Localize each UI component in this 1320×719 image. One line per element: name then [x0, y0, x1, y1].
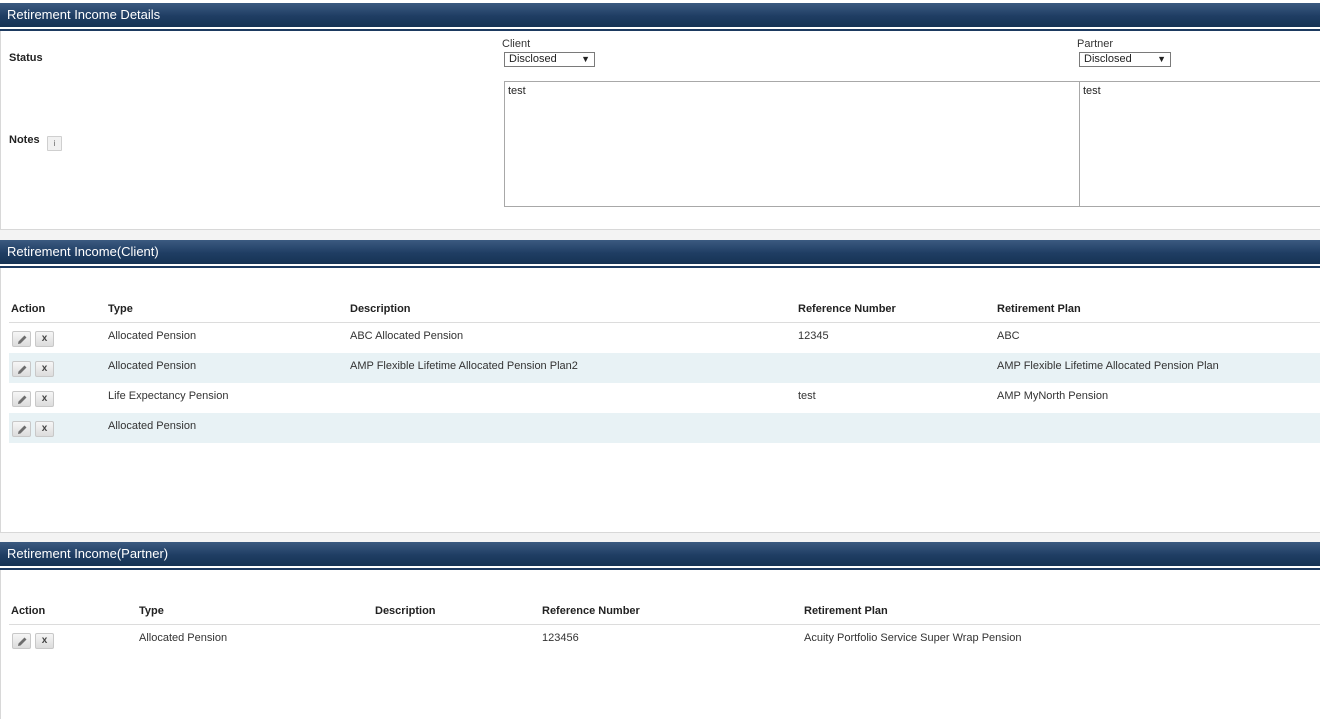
- details-panel: Status Client Partner Disclosed ▼ Disclo…: [0, 31, 1320, 230]
- partner-notes-textarea[interactable]: test: [1079, 81, 1320, 207]
- client-status-value: Disclosed: [509, 53, 557, 65]
- edit-button[interactable]: [12, 633, 31, 649]
- delete-button[interactable]: x: [35, 633, 54, 649]
- col-header-type: Type: [139, 605, 164, 617]
- cell-plan: AMP Flexible Lifetime Allocated Pension …: [997, 360, 1219, 372]
- chevron-down-icon: ▼: [1157, 54, 1166, 64]
- col-header-action: Action: [11, 303, 46, 315]
- delete-button[interactable]: x: [35, 331, 54, 347]
- client-status-select[interactable]: Disclosed ▼: [504, 52, 595, 67]
- cell-reference: test: [798, 390, 816, 402]
- cell-plan: Acuity Portfolio Service Super Wrap Pens…: [804, 632, 1022, 644]
- partner-income-panel: Action Type Description Reference Number…: [0, 570, 1320, 719]
- delete-button[interactable]: x: [35, 391, 54, 407]
- col-header-reference: Reference Number: [542, 605, 640, 617]
- pencil-icon: [17, 395, 26, 404]
- details-section-title: Retirement Income Details: [7, 7, 161, 22]
- edit-button[interactable]: [12, 361, 31, 377]
- col-header-plan: Retirement Plan: [804, 605, 888, 617]
- cell-description: AMP Flexible Lifetime Allocated Pension …: [350, 360, 578, 372]
- status-label: Status: [9, 52, 43, 64]
- delete-button[interactable]: x: [35, 361, 54, 377]
- cell-type: Life Expectancy Pension: [108, 390, 229, 402]
- partner-status-value: Disclosed: [1084, 53, 1132, 65]
- pencil-icon: [17, 425, 26, 434]
- client-section-header: Retirement Income(Client): [0, 240, 1320, 268]
- col-header-description: Description: [350, 303, 411, 315]
- client-section-title: Retirement Income(Client): [7, 244, 159, 259]
- edit-button[interactable]: [12, 331, 31, 347]
- partner-section-title: Retirement Income(Partner): [7, 546, 169, 561]
- partner-status-select[interactable]: Disclosed ▼: [1079, 52, 1171, 67]
- delete-button[interactable]: x: [35, 421, 54, 437]
- table-row: x Allocated Pension: [9, 413, 1320, 443]
- pencil-icon: [17, 335, 26, 344]
- table-row: x Life Expectancy Pension test AMP MyNor…: [9, 383, 1320, 413]
- edit-button[interactable]: [12, 421, 31, 437]
- cell-type: Allocated Pension: [108, 420, 197, 432]
- partner-column-label: Partner: [1077, 38, 1114, 50]
- table-row: x Allocated Pension AMP Flexible Lifetim…: [9, 353, 1320, 383]
- cell-plan: AMP MyNorth Pension: [997, 390, 1109, 402]
- table-row: x Allocated Pension 123456 Acuity Portfo…: [9, 625, 1320, 655]
- cell-plan: ABC: [997, 330, 1020, 342]
- col-header-description: Description: [375, 605, 436, 617]
- client-column-label: Client: [502, 38, 531, 50]
- section-gap: [0, 230, 1320, 240]
- pencil-icon: [17, 365, 26, 374]
- client-notes-textarea[interactable]: test: [504, 81, 1080, 207]
- col-header-plan: Retirement Plan: [997, 303, 1081, 315]
- cell-type: Allocated Pension: [108, 330, 197, 342]
- cell-description: ABC Allocated Pension: [350, 330, 464, 342]
- pencil-icon: [17, 637, 26, 646]
- cell-type: Allocated Pension: [108, 360, 197, 372]
- section-gap: [0, 533, 1320, 542]
- edit-button[interactable]: [12, 391, 31, 407]
- cell-reference: 12345: [798, 330, 829, 342]
- col-header-action: Action: [11, 605, 46, 617]
- info-icon[interactable]: i: [47, 136, 62, 151]
- partner-section-header: Retirement Income(Partner): [0, 542, 1320, 570]
- cell-reference: 123456: [542, 632, 579, 644]
- cell-type: Allocated Pension: [139, 632, 228, 644]
- col-header-reference: Reference Number: [798, 303, 896, 315]
- notes-label: Notes: [9, 134, 40, 146]
- client-income-panel: Action Type Description Reference Number…: [0, 268, 1320, 533]
- chevron-down-icon: ▼: [581, 54, 590, 64]
- table-row: x Allocated Pension ABC Allocated Pensio…: [9, 323, 1320, 353]
- details-section-header: Retirement Income Details: [0, 3, 1320, 31]
- col-header-type: Type: [108, 303, 133, 315]
